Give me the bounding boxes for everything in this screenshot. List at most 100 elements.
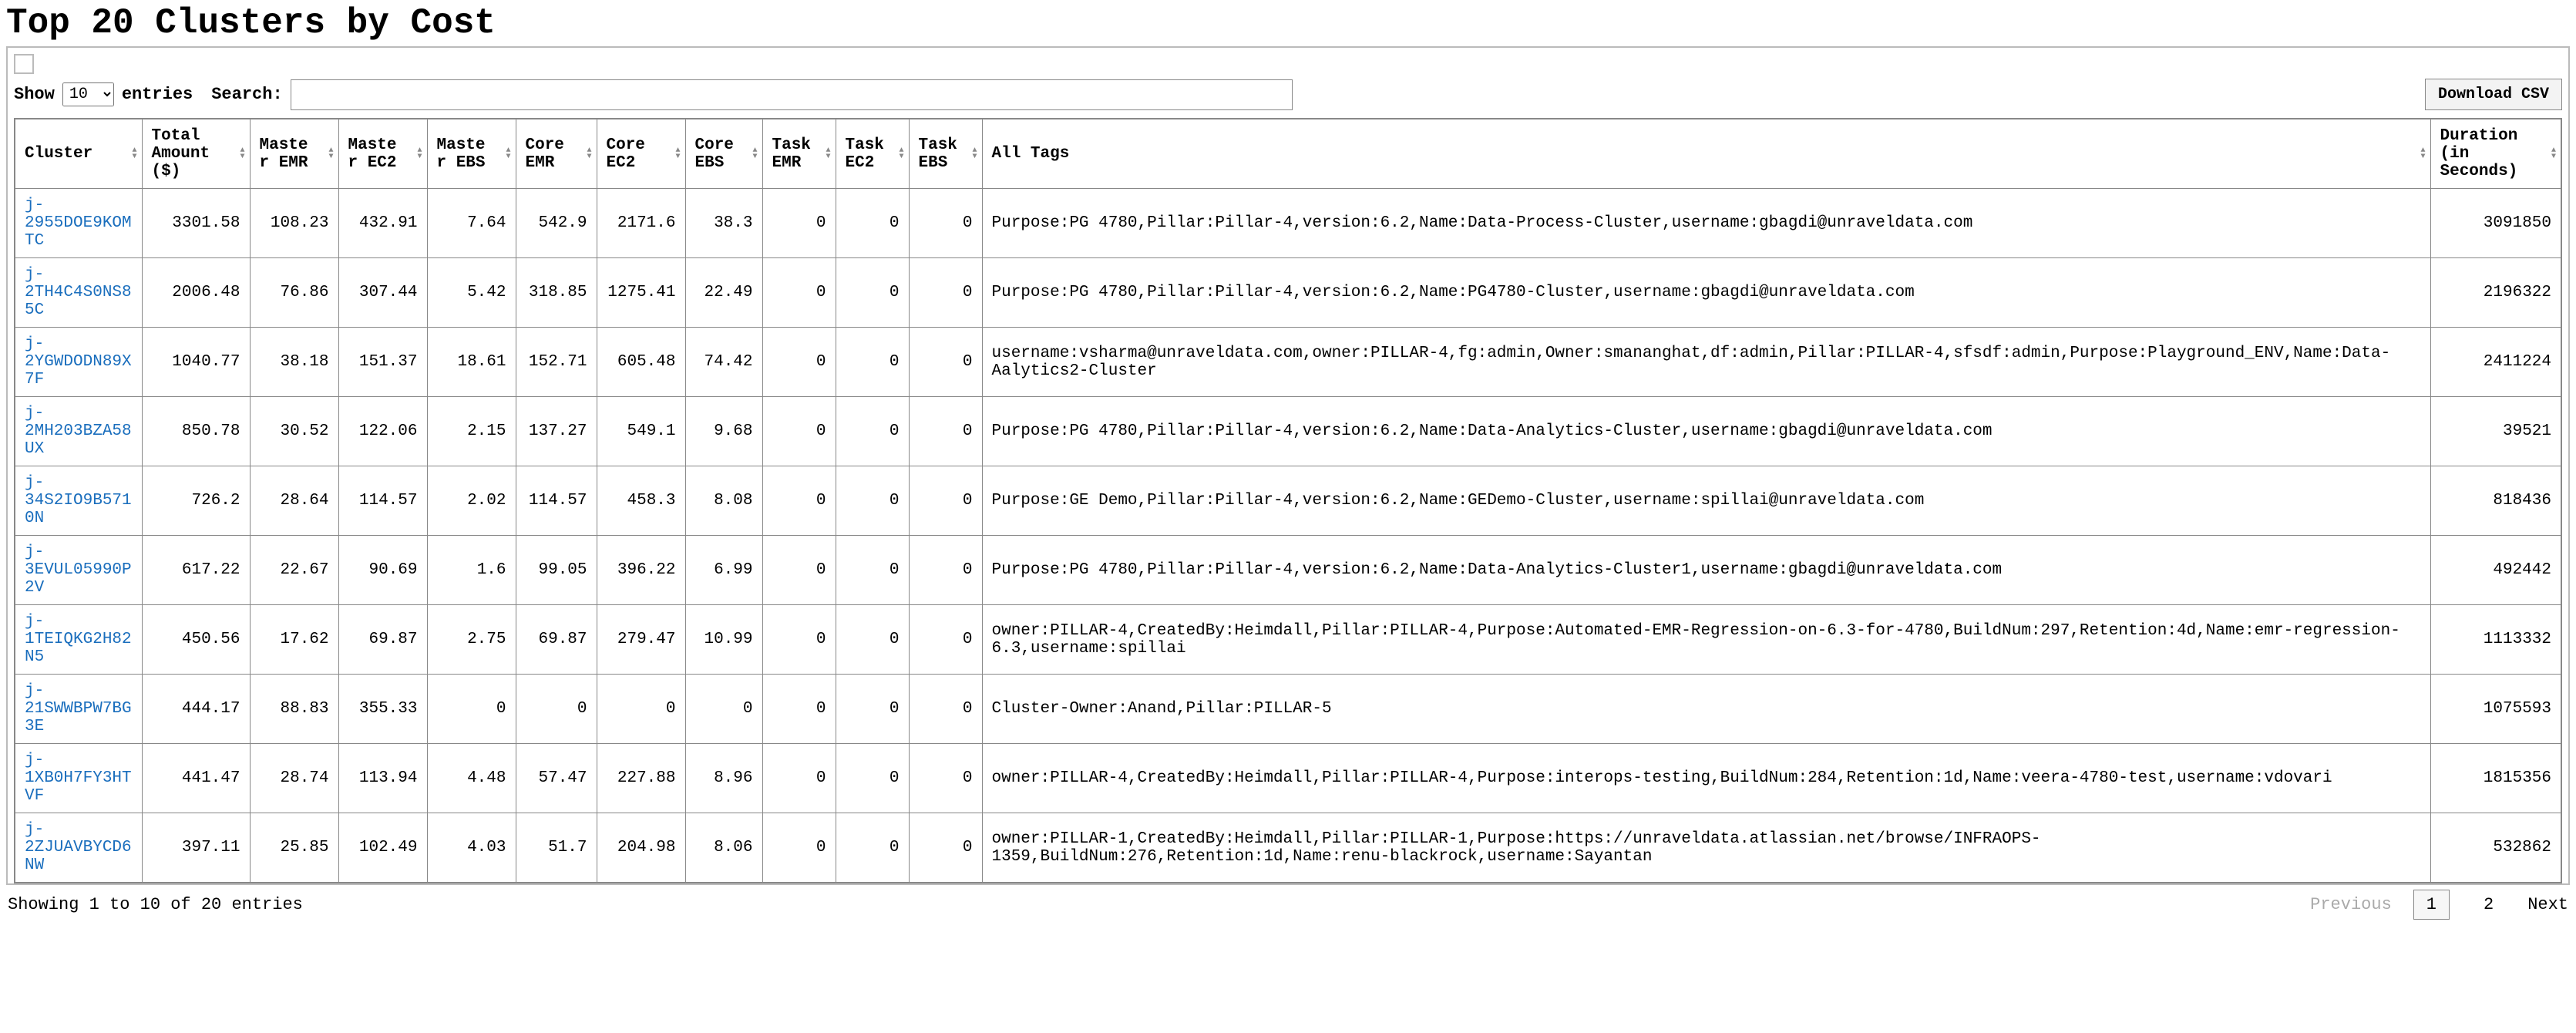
cell-task-ec2: 0 (836, 675, 909, 744)
table-row: j-2MH203BZA58UX850.7830.52122.062.15137.… (15, 397, 2561, 466)
cluster-link[interactable]: j-2955DOE9KOMTC (25, 197, 132, 250)
cell-core-emr: 318.85 (516, 258, 597, 328)
col-task-emr[interactable]: Task EMR▲▼ (762, 119, 836, 189)
cell-task-ebs: 0 (909, 675, 982, 744)
cell-core-emr: 114.57 (516, 466, 597, 536)
cell-task-ebs: 0 (909, 397, 982, 466)
cell-core-ec2: 458.3 (597, 466, 685, 536)
cell-duration: 1815356 (2430, 744, 2561, 813)
col-master-ebs[interactable]: Master EBS▲▼ (427, 119, 516, 189)
cell-master-ebs: 4.03 (427, 813, 516, 883)
cell-total: 726.2 (142, 466, 250, 536)
cluster-link[interactable]: j-2ZJUAVBYCD6NW (25, 821, 132, 874)
cell-task-ebs: 0 (909, 189, 982, 258)
sort-icon: ▲▼ (675, 148, 680, 160)
cell-task-ec2: 0 (836, 466, 909, 536)
cell-tags: Cluster-Owner:Anand,Pillar:PILLAR-5 (982, 675, 2430, 744)
cell-duration: 1075593 (2430, 675, 2561, 744)
cell-core-ec2: 227.88 (597, 744, 685, 813)
search-input[interactable] (291, 79, 1293, 110)
col-master-ec2[interactable]: Master EC2▲▼ (338, 119, 427, 189)
download-csv-button[interactable]: Download CSV (2425, 79, 2562, 110)
cell-master-ebs: 2.02 (427, 466, 516, 536)
cell-core-ebs: 9.68 (685, 397, 762, 466)
col-core-ec2[interactable]: Core EC2▲▼ (597, 119, 685, 189)
panel-handle (14, 54, 34, 74)
cluster-link[interactable]: j-2TH4C4S0NS85C (25, 266, 132, 319)
col-duration[interactable]: Duration (in Seconds)▲▼ (2430, 119, 2561, 189)
table-row: j-2YGWDODN89X7F1040.7738.18151.3718.6115… (15, 328, 2561, 397)
col-task-ebs[interactable]: Task EBS▲▼ (909, 119, 982, 189)
sort-icon: ▲▼ (826, 148, 830, 160)
cell-core-ebs: 0 (685, 675, 762, 744)
cell-tags: Purpose:PG 4780,Pillar:Pillar-4,version:… (982, 189, 2430, 258)
cell-task-ec2: 0 (836, 605, 909, 675)
cell-tags: owner:PILLAR-4,CreatedBy:Heimdall,Pillar… (982, 605, 2430, 675)
cell-task-ebs: 0 (909, 258, 982, 328)
cell-duration: 492442 (2430, 536, 2561, 605)
cell-core-ec2: 549.1 (597, 397, 685, 466)
cell-task-ebs: 0 (909, 813, 982, 883)
cluster-link[interactable]: j-34S2IO9B5710N (25, 474, 132, 527)
cell-task-emr: 0 (762, 813, 836, 883)
cell-core-ebs: 8.08 (685, 466, 762, 536)
cell-task-ec2: 0 (836, 189, 909, 258)
table-row: j-1XB0H7FY3HTVF441.4728.74113.944.4857.4… (15, 744, 2561, 813)
report-panel: Show 10 25 50 100 entries Search: Downlo… (6, 46, 2570, 885)
cell-master-ebs: 2.15 (427, 397, 516, 466)
table-row: j-34S2IO9B5710N726.228.64114.572.02114.5… (15, 466, 2561, 536)
pager-page-2[interactable]: 2 (2471, 890, 2506, 919)
col-master-emr[interactable]: Master EMR▲▼ (250, 119, 338, 189)
cell-total: 444.17 (142, 675, 250, 744)
cell-duration: 1113332 (2430, 605, 2561, 675)
col-total-amount[interactable]: Total Amount ($)▲▼ (142, 119, 250, 189)
col-core-emr[interactable]: Core EMR▲▼ (516, 119, 597, 189)
cell-tags: Purpose:PG 4780,Pillar:Pillar-4,version:… (982, 258, 2430, 328)
cell-core-emr: 152.71 (516, 328, 597, 397)
cell-core-ec2: 279.47 (597, 605, 685, 675)
pager-previous[interactable]: Previous (2310, 895, 2392, 914)
cell-core-ec2: 2171.6 (597, 189, 685, 258)
cell-master-ebs: 2.75 (427, 605, 516, 675)
cell-master-ec2: 151.37 (338, 328, 427, 397)
cell-task-emr: 0 (762, 675, 836, 744)
pager-page-1[interactable]: 1 (2413, 890, 2450, 920)
cell-master-ec2: 90.69 (338, 536, 427, 605)
cell-total: 3301.58 (142, 189, 250, 258)
cell-core-ebs: 22.49 (685, 258, 762, 328)
sort-icon: ▲▼ (2551, 148, 2556, 160)
cell-master-emr: 28.74 (250, 744, 338, 813)
cell-core-ec2: 605.48 (597, 328, 685, 397)
cluster-link[interactable]: j-3EVUL05990P2V (25, 543, 132, 597)
cell-master-emr: 28.64 (250, 466, 338, 536)
col-core-ebs[interactable]: Core EBS▲▼ (685, 119, 762, 189)
page-size-select[interactable]: 10 25 50 100 (62, 82, 114, 106)
sort-icon: ▲▼ (417, 148, 422, 160)
cluster-link[interactable]: j-21SWWBPW7BG3E (25, 682, 132, 735)
table-header-row: Cluster▲▼ Total Amount ($)▲▼ Master EMR▲… (15, 119, 2561, 189)
cell-task-ebs: 0 (909, 744, 982, 813)
cell-tags: Purpose:PG 4780,Pillar:Pillar-4,version:… (982, 397, 2430, 466)
table-row: j-2TH4C4S0NS85C2006.4876.86307.445.42318… (15, 258, 2561, 328)
col-task-ec2[interactable]: Task EC2▲▼ (836, 119, 909, 189)
cluster-link[interactable]: j-2YGWDODN89X7F (25, 335, 132, 389)
cell-master-emr: 17.62 (250, 605, 338, 675)
cell-total: 1040.77 (142, 328, 250, 397)
cluster-link[interactable]: j-1TEIQKG2H82N5 (25, 613, 132, 666)
col-cluster[interactable]: Cluster▲▼ (15, 119, 142, 189)
pager-next[interactable]: Next (2527, 895, 2568, 914)
sort-icon: ▲▼ (328, 148, 333, 160)
col-all-tags[interactable]: All Tags▲▼ (982, 119, 2430, 189)
cell-master-emr: 76.86 (250, 258, 338, 328)
cell-task-emr: 0 (762, 605, 836, 675)
table-row: j-1TEIQKG2H82N5450.5617.6269.872.7569.87… (15, 605, 2561, 675)
cluster-link[interactable]: j-1XB0H7FY3HTVF (25, 752, 132, 805)
cell-core-emr: 0 (516, 675, 597, 744)
cell-total: 397.11 (142, 813, 250, 883)
cluster-link[interactable]: j-2MH203BZA58UX (25, 405, 132, 458)
sort-icon: ▲▼ (752, 148, 757, 160)
cell-tags: username:vsharma@unraveldata.com,owner:P… (982, 328, 2430, 397)
cell-task-emr: 0 (762, 258, 836, 328)
cell-master-emr: 30.52 (250, 397, 338, 466)
cell-core-emr: 137.27 (516, 397, 597, 466)
